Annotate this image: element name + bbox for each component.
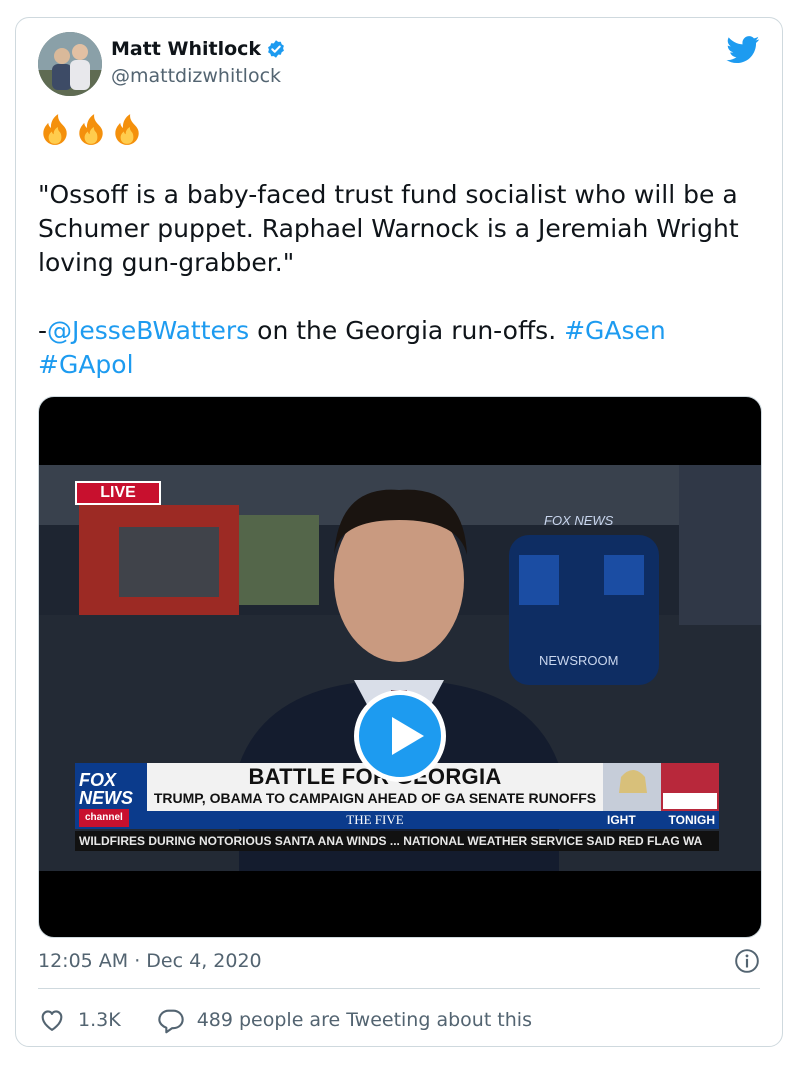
fire-icon xyxy=(43,114,67,145)
heart-icon xyxy=(41,1010,63,1031)
verified-badge-icon xyxy=(268,40,284,58)
tweet-text: "Ossoff is a baby-faced trust fund socia… xyxy=(38,178,768,416)
info-icon[interactable] xyxy=(734,948,760,974)
logo-line-1: FOX xyxy=(79,770,117,790)
reply-bubble-icon xyxy=(157,1009,184,1034)
fox-news-logo: FOX NEWS channel xyxy=(75,763,147,829)
author-name[interactable]: Matt Whitlock xyxy=(111,38,261,60)
twitter-bird-icon[interactable] xyxy=(726,36,760,64)
avatar[interactable] xyxy=(38,32,102,96)
attribution-prefix: - xyxy=(38,316,48,345)
news-ticker: WILDFIRES DURING NOTORIOUS SANTA ANA WIN… xyxy=(75,831,719,851)
video-frame[interactable]: FOX NEWS NEWSROOM LIVE FOX NEWS channel … xyxy=(39,465,761,871)
emoji-row xyxy=(38,113,144,147)
conversation-text: 489 people are Tweeting about this xyxy=(196,1009,532,1031)
tweet-attribution: -@JesseBWatters on the Georgia run-offs.… xyxy=(38,314,768,382)
tweet-quote: "Ossoff is a baby-faced trust fund socia… xyxy=(38,180,739,277)
divider xyxy=(38,988,760,989)
promo-right: TONIGH xyxy=(668,813,715,827)
logo-line-2: NEWS xyxy=(79,788,133,808)
chyron-promo-thumbnails xyxy=(603,763,719,811)
like-button[interactable]: 1.3K xyxy=(38,1006,121,1034)
video-player[interactable]: FOX NEWS NEWSROOM LIVE FOX NEWS channel … xyxy=(38,396,762,938)
logo-channel: channel xyxy=(79,809,129,827)
chyron-subhead: TRUMP, OBAMA TO CAMPAIGN AHEAD OF GA SEN… xyxy=(153,790,597,806)
fire-icon xyxy=(79,114,103,145)
mention-link[interactable]: @JesseBWatters xyxy=(47,316,249,345)
hashtag-link[interactable]: #GApol xyxy=(38,350,134,379)
chyron-promo-strip: IGHT TONIGH xyxy=(603,811,719,829)
promo-left: IGHT xyxy=(607,813,636,827)
like-count: 1.3K xyxy=(78,1009,121,1031)
live-label: LIVE xyxy=(75,481,161,505)
fire-icon xyxy=(115,114,139,145)
author-handle[interactable]: @mattdizwhitlock xyxy=(111,65,281,87)
bg-newsroom-text: NEWSROOM xyxy=(539,653,618,668)
chyron-show-name: THE FIVE xyxy=(147,811,603,829)
tweet-card[interactable]: Matt Whitlock @mattdizwhitlock "Ossoff i… xyxy=(15,17,783,1047)
tweet-timestamp[interactable]: 12:05 AM · Dec 4, 2020 xyxy=(38,950,262,972)
tweet-actions: 1.3K 489 people are Tweeting about this xyxy=(38,1006,568,1034)
bg-fox-news-text: FOX NEWS xyxy=(544,513,614,528)
conversation-button[interactable]: 489 people are Tweeting about this xyxy=(157,1006,532,1034)
play-button[interactable] xyxy=(354,690,446,782)
attribution-text: on the Georgia run-offs. xyxy=(249,316,565,345)
hashtag-link[interactable]: #GAsen xyxy=(564,316,666,345)
